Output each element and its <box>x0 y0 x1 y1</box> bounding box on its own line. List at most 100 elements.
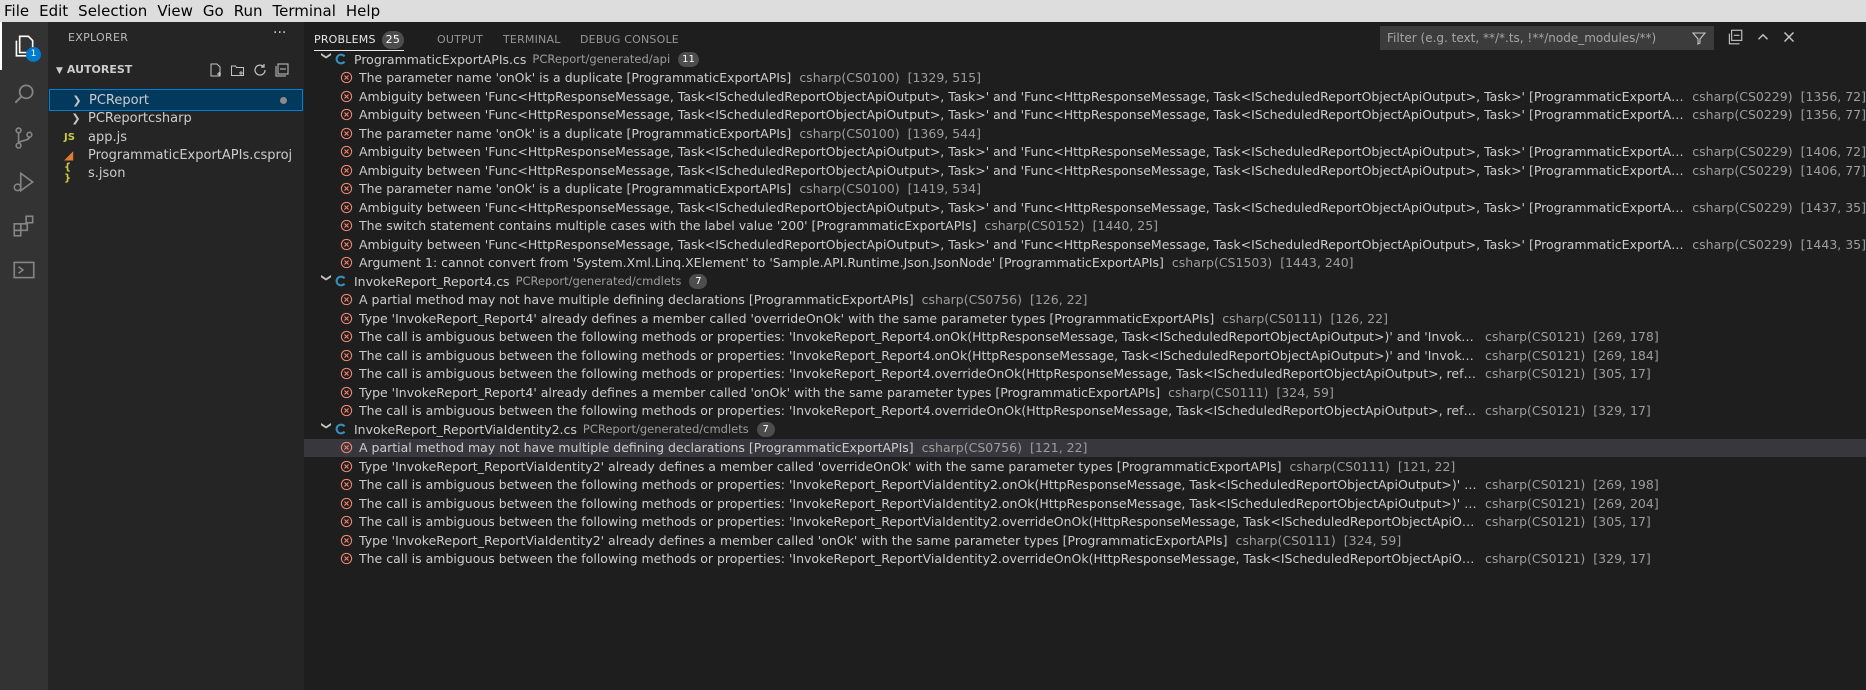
error-icon <box>340 368 353 380</box>
problem-location: [1406, 77] <box>1800 162 1866 178</box>
error-icon <box>340 516 353 528</box>
chevron-down-icon: ▼ <box>56 66 63 76</box>
workspace-section-header[interactable]: ▼ AUTOREST <box>48 59 304 81</box>
problem-message: The call is ambiguous between the follow… <box>359 477 1477 493</box>
problem-row[interactable]: Type 'InvokeReport_ReportViaIdentity2' a… <box>304 457 1866 476</box>
problem-row[interactable]: Type 'InvokeReport_Report4' already defi… <box>304 383 1866 402</box>
problem-message: Ambiguity between 'Func<HttpResponseMess… <box>359 199 1685 215</box>
tab-label: PROBLEMS <box>314 33 376 46</box>
menu-help[interactable]: Help <box>341 0 385 22</box>
explorer-activity[interactable]: 1 <box>0 22 48 70</box>
source-control-icon <box>15 127 33 149</box>
problem-row[interactable]: Argument 1: cannot convert from 'System.… <box>304 254 1866 273</box>
problem-message: A partial method may not have multiple d… <box>359 440 914 456</box>
problem-row[interactable]: The call is ambiguous between the follow… <box>304 476 1866 495</box>
problem-source: csharp(CS0111) <box>1235 532 1336 548</box>
problem-row[interactable]: The call is ambiguous between the follow… <box>304 494 1866 513</box>
menu-selection[interactable]: Selection <box>73 0 152 22</box>
problem-row[interactable]: Ambiguity between 'Func<HttpResponseMess… <box>304 106 1866 125</box>
problem-row[interactable]: The call is ambiguous between the follow… <box>304 346 1866 365</box>
new-folder-icon[interactable] <box>230 62 246 78</box>
json-file-icon: { } <box>64 162 72 184</box>
error-icon <box>340 331 353 343</box>
problem-location: [1369, 544] <box>907 125 981 141</box>
menu-file[interactable]: File <box>0 0 34 22</box>
problem-row[interactable]: A partial method may not have multiple d… <box>304 438 1866 457</box>
problem-source: csharp(CS0152) <box>984 218 1085 234</box>
problem-location: [269, 204] <box>1593 495 1659 511</box>
chevron-down-icon: ❯ <box>320 51 332 60</box>
problem-file-row[interactable]: ❯ InvokeReport_Report4.cs PCReport/generat… <box>304 272 1866 291</box>
run-debug-icon <box>13 171 35 193</box>
menu-view[interactable]: View <box>152 0 198 22</box>
error-icon <box>340 164 353 176</box>
error-icon <box>340 183 353 195</box>
filter-icon[interactable] <box>1691 30 1707 46</box>
more-actions-icon[interactable]: ··· <box>273 25 286 41</box>
problem-row[interactable]: Ambiguity between 'Func<HttpResponseMess… <box>304 143 1866 162</box>
problem-row[interactable]: Ambiguity between 'Func<HttpResponseMess… <box>304 161 1866 180</box>
problem-row[interactable]: The call is ambiguous between the follow… <box>304 365 1866 384</box>
menu-terminal[interactable]: Terminal <box>268 0 341 22</box>
sidebar-title: EXPLORER <box>68 31 129 44</box>
problem-source: csharp(CS0229) <box>1692 107 1793 123</box>
problem-row[interactable]: Ambiguity between 'Func<HttpResponseMess… <box>304 235 1866 254</box>
problem-row[interactable]: The parameter name 'onOk' is a duplicate… <box>304 124 1866 143</box>
close-icon[interactable] <box>1780 28 1798 46</box>
collapse-all-icon[interactable] <box>274 62 290 78</box>
problem-file-row[interactable]: ❯ ProgrammaticExportAPIs.cs PCReport/gener… <box>304 50 1866 69</box>
new-file-icon[interactable] <box>208 62 224 78</box>
problem-row[interactable]: Ambiguity between 'Func<HttpResponseMess… <box>304 87 1866 106</box>
chevron-down-icon: ❯ <box>320 421 332 430</box>
csharp-file-icon <box>335 275 346 287</box>
refresh-icon[interactable] <box>252 62 268 78</box>
problem-location: [1440, 25] <box>1092 218 1159 234</box>
search-activity[interactable] <box>0 70 48 118</box>
error-icon <box>340 534 353 546</box>
maximize-panel-icon[interactable] <box>1754 28 1772 46</box>
extensions-activity[interactable] <box>0 202 48 250</box>
problem-row[interactable]: The call is ambiguous between the follow… <box>304 513 1866 532</box>
problem-source: csharp(CS0100) <box>799 125 900 141</box>
run-debug-activity[interactable] <box>0 158 48 206</box>
problem-row[interactable]: Ambiguity between 'Func<HttpResponseMess… <box>304 198 1866 217</box>
problem-source: csharp(CS0229) <box>1692 236 1793 252</box>
problem-location: [329, 17] <box>1593 403 1651 419</box>
problem-source: csharp(CS0229) <box>1692 144 1793 160</box>
terminal-icon <box>13 261 35 279</box>
problem-row[interactable]: The switch statement contains multiple c… <box>304 217 1866 236</box>
menu-edit[interactable]: Edit <box>34 0 73 22</box>
problem-source: csharp(CS1503) <box>1171 255 1273 271</box>
problems-filter <box>1380 26 1714 50</box>
error-icon <box>340 442 353 454</box>
problem-message: Argument 1: cannot convert from 'System.… <box>359 255 1164 271</box>
problem-message: Ambiguity between 'Func<HttpResponseMess… <box>359 88 1685 104</box>
problem-message: Type 'InvokeReport_ReportViaIdentity2' a… <box>359 458 1282 474</box>
remote-explorer-activity[interactable] <box>0 246 48 294</box>
tree-item-s-json[interactable]: { } s.json <box>48 162 304 184</box>
problem-file-row[interactable]: ❯ InvokeReport_ReportViaIdentity2.cs PCRep… <box>304 420 1866 439</box>
filter-input[interactable] <box>1381 27 1681 49</box>
problem-row[interactable]: A partial method may not have multiple d… <box>304 291 1866 310</box>
problem-row[interactable]: The parameter name 'onOk' is a duplicate… <box>304 180 1866 199</box>
problem-row[interactable]: The call is ambiguous between the follow… <box>304 328 1866 347</box>
problem-location: [121, 22] <box>1397 458 1456 474</box>
problem-row[interactable]: The call is ambiguous between the follow… <box>304 550 1866 569</box>
problem-row[interactable]: Type 'InvokeReport_Report4' already defi… <box>304 309 1866 328</box>
collapse-all-icon[interactable] <box>1726 28 1744 46</box>
problem-row[interactable]: Type 'InvokeReport_ReportViaIdentity2' a… <box>304 531 1866 550</box>
error-icon <box>340 109 353 121</box>
menu-go[interactable]: Go <box>198 0 229 22</box>
problem-source: csharp(CS0756) <box>921 440 1022 456</box>
problem-location: [1419, 534] <box>907 181 981 197</box>
csharp-file-icon <box>335 53 346 65</box>
problem-source: csharp(CS0121) <box>1485 551 1586 567</box>
tree-item-label: ProgrammaticExportAPIs.csproj <box>88 147 293 163</box>
problem-row[interactable]: The call is ambiguous between the follow… <box>304 402 1866 421</box>
problem-message: The call is ambiguous between the follow… <box>359 347 1477 363</box>
problem-row[interactable]: The parameter name 'onOk' is a duplicate… <box>304 69 1866 88</box>
explorer-badge: 1 <box>26 47 41 62</box>
error-icon <box>340 294 353 306</box>
menu-run[interactable]: Run <box>229 0 268 22</box>
source-control-activity[interactable] <box>0 114 48 162</box>
